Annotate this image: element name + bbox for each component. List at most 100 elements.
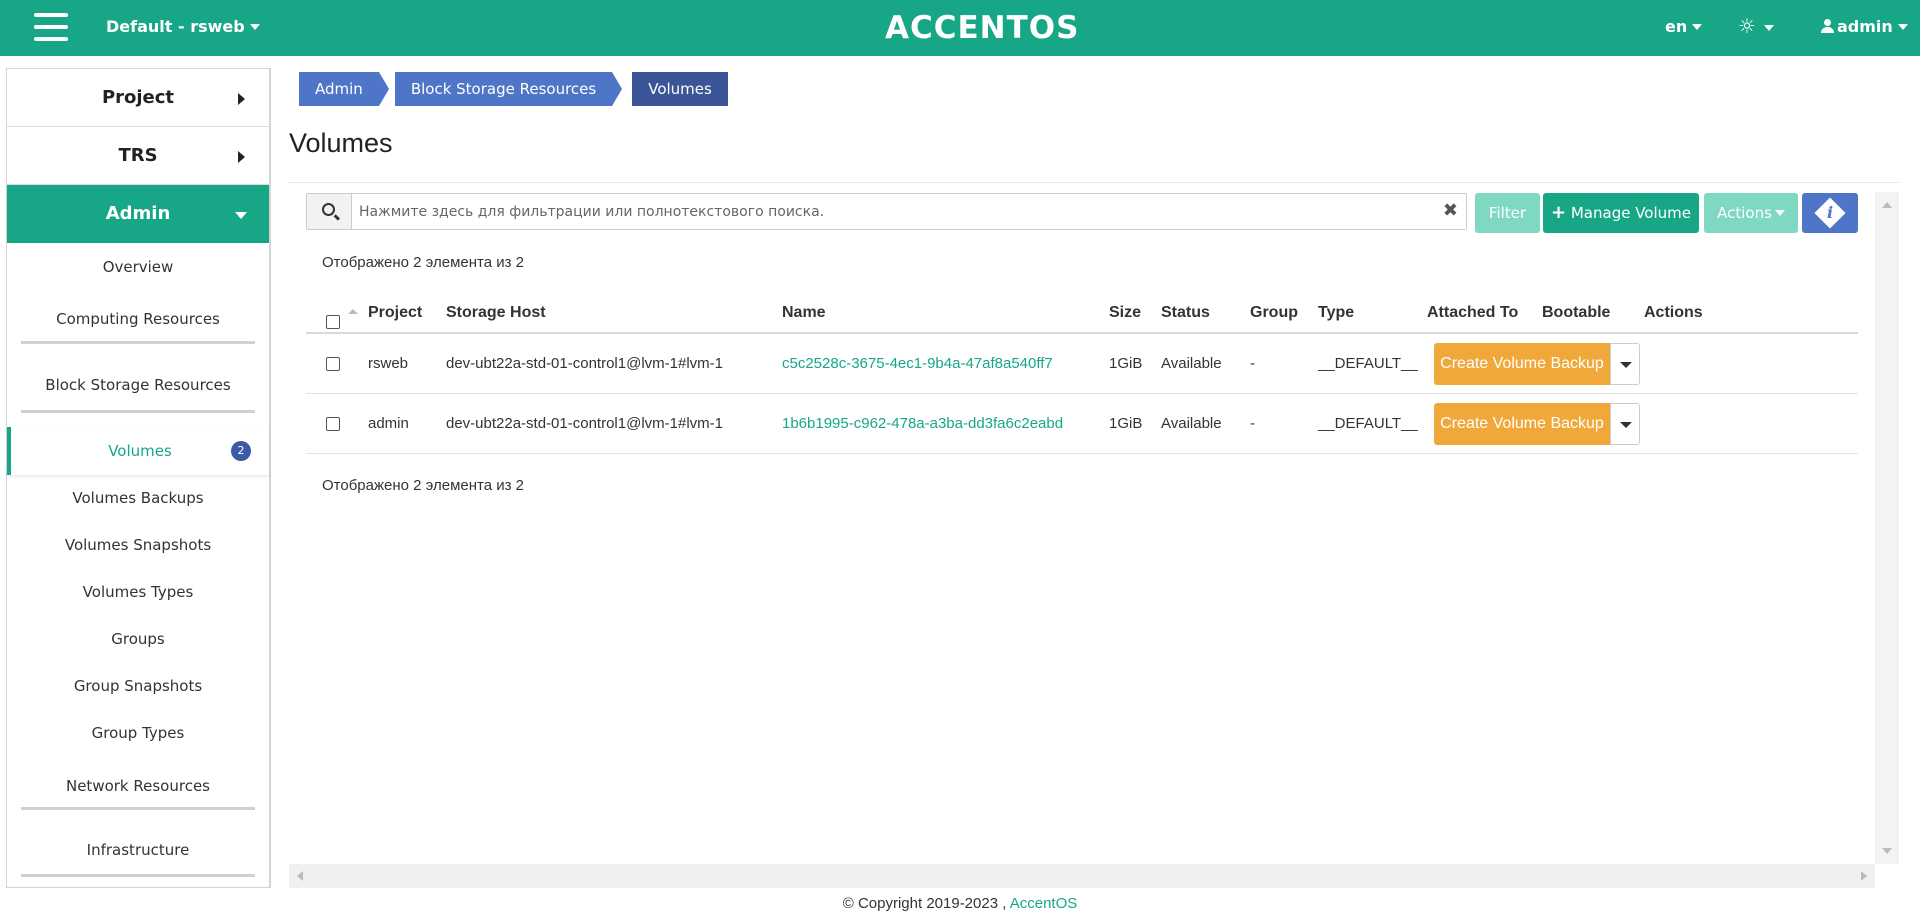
- row-checkbox[interactable]: [326, 357, 340, 371]
- breadcrumb-volumes[interactable]: Volumes: [632, 72, 728, 106]
- sidebar-item-volumes-types[interactable]: Volumes Types: [7, 569, 269, 616]
- sidebar-item-network-resources[interactable]: Network Resources: [7, 757, 269, 807]
- column-project[interactable]: Project: [368, 292, 422, 334]
- search-input[interactable]: [359, 202, 1439, 222]
- sidebar-item-group-snapshots[interactable]: Group Snapshots: [7, 663, 269, 710]
- sidebar-item-groups[interactable]: Groups: [7, 616, 269, 663]
- project-switcher[interactable]: Default - rsweb: [106, 17, 260, 36]
- row-actions-dropdown[interactable]: [1610, 343, 1640, 385]
- chevron-right-icon: [238, 93, 245, 105]
- actions-dropdown-button[interactable]: Actions: [1704, 193, 1798, 233]
- volume-name-link[interactable]: 1b6b1995-c962-478a-a3ba-dd3fa6c2eabd: [782, 394, 1063, 454]
- create-volume-backup-button[interactable]: Create Volume Backup: [1434, 343, 1610, 385]
- logo: ACCENTOS: [885, 10, 1080, 46]
- column-attached-to[interactable]: Attached To: [1427, 292, 1518, 334]
- column-type[interactable]: Type: [1318, 292, 1354, 334]
- sidebar-section-project[interactable]: Project: [7, 69, 269, 127]
- column-bootable[interactable]: Bootable: [1542, 292, 1610, 334]
- info-button[interactable]: i: [1802, 193, 1858, 233]
- divider: [21, 874, 255, 877]
- table-row: rsweb dev-ubt22a-std-01-control1@lvm-1#l…: [306, 334, 1858, 394]
- cell-type: __DEFAULT__: [1318, 355, 1418, 372]
- top-navbar: Default - rsweb ACCENTOS en ☼ admin: [0, 0, 1920, 56]
- manage-volume-button[interactable]: + Manage Volume: [1543, 193, 1699, 233]
- item-count-bottom: Отображено 2 элемента из 2: [322, 477, 525, 494]
- vertical-scrollbar[interactable]: [1875, 192, 1899, 864]
- divider: [21, 410, 255, 413]
- sidebar-item-infrastructure[interactable]: Infrastructure: [7, 810, 269, 874]
- column-actions: Actions: [1644, 304, 1703, 321]
- footer-brand-link[interactable]: AccentOS: [1010, 895, 1078, 912]
- cell-status: Available: [1161, 415, 1222, 432]
- row-checkbox[interactable]: [326, 417, 340, 431]
- divider: [289, 182, 1899, 183]
- breadcrumb-block-storage-resources[interactable]: Block Storage Resources: [394, 72, 623, 106]
- project-switcher-label: Default - rsweb: [106, 17, 245, 36]
- cell-group: -: [1250, 415, 1255, 432]
- search-icon: [322, 203, 335, 216]
- column-name[interactable]: Name: [782, 292, 826, 334]
- cell-storage-host: dev-ubt22a-std-01-control1@lvm-1#lvm-1: [446, 415, 724, 432]
- column-size[interactable]: Size: [1109, 292, 1141, 334]
- chevron-down-icon: [1692, 24, 1703, 30]
- cell-project: admin: [368, 415, 409, 432]
- sidebar-section-trs[interactable]: TRS: [7, 127, 269, 185]
- column-group[interactable]: Group: [1250, 292, 1298, 334]
- chevron-down-icon: [1897, 24, 1908, 30]
- search-bar: ✖: [306, 193, 1467, 230]
- sidebar-item-overview[interactable]: Overview: [7, 243, 269, 291]
- plus-icon: +: [1550, 202, 1567, 223]
- language-label: en: [1665, 17, 1688, 36]
- volumes-panel: ✖ Filter + Manage Volume Actions i Отобр…: [289, 190, 1899, 885]
- scroll-left-icon[interactable]: [297, 871, 303, 881]
- manage-volume-label: Manage Volume: [1570, 204, 1691, 222]
- scroll-right-icon[interactable]: [1861, 871, 1867, 881]
- horizontal-scrollbar[interactable]: [289, 864, 1875, 888]
- sidebar-item-volumes-backups[interactable]: Volumes Backups: [7, 475, 269, 522]
- actions-label: Actions: [1717, 204, 1772, 222]
- volume-name-link[interactable]: c5c2528c-3675-4ec1-9b4a-47af8a540ff7: [782, 334, 1053, 394]
- sort-icon[interactable]: [348, 309, 358, 314]
- cell-group: -: [1250, 355, 1255, 372]
- row-actions-dropdown[interactable]: [1610, 403, 1640, 445]
- user-dropdown[interactable]: admin: [1821, 17, 1908, 36]
- cell-type: __DEFAULT__: [1318, 415, 1418, 432]
- cell-project: rsweb: [368, 355, 409, 372]
- close-icon[interactable]: ✖: [1443, 200, 1458, 221]
- menu-icon[interactable]: [34, 13, 68, 41]
- page-title: Volumes: [289, 128, 393, 158]
- sidebar-item-volumes-snapshots[interactable]: Volumes Snapshots: [7, 522, 269, 569]
- scroll-up-icon[interactable]: [1882, 202, 1892, 208]
- filter-button[interactable]: Filter: [1475, 193, 1540, 233]
- column-storage-host[interactable]: Storage Host: [446, 292, 546, 334]
- cell-storage-host: dev-ubt22a-std-01-control1@lvm-1#lvm-1: [446, 355, 724, 372]
- sidebar-section-label: Admin: [105, 203, 171, 224]
- sidebar: Project TRS Admin Overview Computing Res…: [6, 68, 271, 888]
- table-row: admin dev-ubt22a-std-01-control1@lvm-1#l…: [306, 394, 1858, 454]
- scroll-down-icon[interactable]: [1882, 848, 1892, 854]
- sidebar-item-volumes[interactable]: Volumes 2: [7, 427, 269, 475]
- volumes-table: Project Storage Host Name Size Status Gr…: [306, 292, 1858, 454]
- table-header: Project Storage Host Name Size Status Gr…: [306, 292, 1858, 334]
- count-badge: 2: [231, 441, 251, 461]
- chevron-down-icon: [249, 24, 260, 30]
- cell-status: Available: [1161, 355, 1222, 372]
- sidebar-section-label: TRS: [118, 145, 158, 166]
- sidebar-item-computing-resources[interactable]: Computing Resources: [7, 291, 269, 341]
- footer: © Copyright 2019-2023 , AccentOS: [0, 895, 1920, 912]
- select-all-checkbox[interactable]: [326, 315, 340, 329]
- cell-size: 1GiB: [1109, 355, 1143, 372]
- language-dropdown[interactable]: en: [1665, 17, 1703, 36]
- create-volume-backup-button[interactable]: Create Volume Backup: [1434, 403, 1610, 445]
- sidebar-item-block-storage-resources[interactable]: Block Storage Resources: [7, 344, 269, 410]
- chevron-down-icon: [1763, 25, 1774, 31]
- breadcrumb-admin[interactable]: Admin: [299, 72, 389, 106]
- sidebar-section-admin[interactable]: Admin: [7, 185, 269, 243]
- theme-dropdown[interactable]: ☼: [1738, 14, 1774, 38]
- search-button[interactable]: [307, 194, 352, 229]
- gear-icon: ☼: [1738, 14, 1756, 38]
- sidebar-item-group-types[interactable]: Group Types: [7, 710, 269, 757]
- chevron-right-icon: [238, 151, 245, 163]
- chevron-down-icon: [1774, 210, 1785, 216]
- column-status[interactable]: Status: [1161, 292, 1210, 334]
